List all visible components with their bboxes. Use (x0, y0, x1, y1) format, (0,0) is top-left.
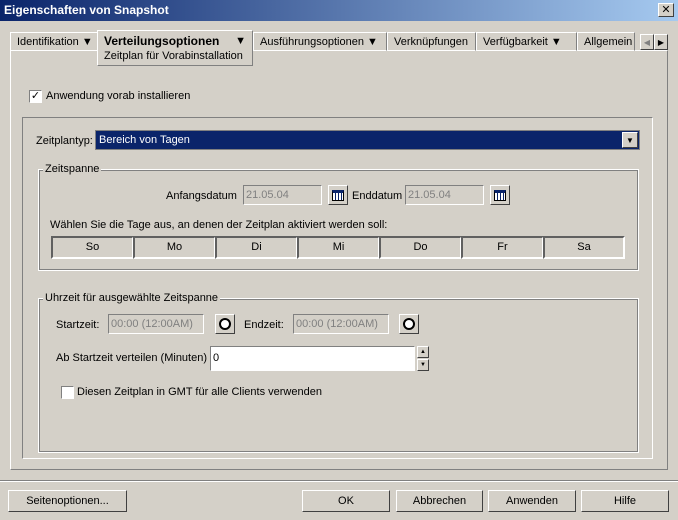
spread-minutes-input[interactable]: 0 (210, 346, 415, 371)
start-date-field[interactable]: 21.05.04 (243, 185, 322, 205)
start-date-label: Anfangsdatum (166, 190, 237, 202)
preinstall-checkbox[interactable]: ✓ (29, 90, 42, 103)
chevron-down-icon: ▼ (626, 135, 634, 145)
tab-label: Ausführungsoptionen (260, 36, 364, 48)
apply-button[interactable]: Anwenden (488, 490, 576, 512)
tab-label: Verknüpfungen (394, 36, 469, 48)
schedule-type-label: Zeitplantyp: (36, 135, 93, 147)
spin-down-button[interactable]: ▼ (417, 359, 429, 371)
day-button-mo[interactable]: Mo (133, 236, 216, 259)
dropdown-arrow-icon: ▼ (81, 36, 93, 48)
preinstall-label: Anwendung vorab installieren (46, 90, 191, 102)
close-button[interactable]: ✕ (658, 3, 674, 17)
schedule-type-value: Bereich von Tagen (99, 134, 190, 146)
help-button[interactable]: Hilfe (581, 490, 669, 512)
tab-label: Verteilungsoptionen (104, 34, 220, 48)
ok-button[interactable]: OK (302, 490, 390, 512)
tab-identifikation[interactable]: Identifikation ▼ (10, 32, 98, 51)
day-button-sa[interactable]: Sa (543, 236, 625, 259)
tab-verknuepfungen[interactable]: Verknüpfungen (387, 32, 476, 51)
dropdown-arrow-icon: ▼ (235, 35, 246, 47)
window-title: Eigenschaften von Snapshot (4, 3, 169, 17)
timespan-legend: Zeitspanne (43, 163, 102, 175)
start-date-calendar-button[interactable] (328, 185, 348, 205)
dropdown-arrow-icon: ▼ (367, 36, 378, 48)
day-button-do[interactable]: Do (379, 236, 462, 259)
start-time-label: Startzeit: (56, 319, 100, 331)
start-time-field[interactable]: 00:00 (12:00AM) (108, 314, 204, 334)
separator (0, 480, 678, 482)
clock-icon (219, 318, 231, 330)
day-button-di[interactable]: Di (215, 236, 298, 259)
time-legend: Uhrzeit für ausgewählte Zeitspanne (43, 292, 221, 304)
end-time-clock-button[interactable] (399, 314, 419, 334)
subtab-zeitplan[interactable]: Zeitplan für Vorabinstallation (104, 50, 246, 62)
arrow-right-icon: ▶ (657, 37, 665, 47)
tab-scroll-left-button[interactable]: ◀ (640, 34, 654, 50)
arrow-down-icon: ▼ (420, 362, 426, 368)
spread-label: Ab Startzeit verteilen (Minuten) (56, 352, 208, 364)
spin-up-button[interactable]: ▲ (417, 346, 429, 358)
day-button-fr[interactable]: Fr (461, 236, 544, 259)
end-time-field[interactable]: 00:00 (12:00AM) (293, 314, 389, 334)
title-bar: Eigenschaften von Snapshot (0, 0, 678, 21)
day-button-mi[interactable]: Mi (297, 236, 380, 259)
schedule-type-select[interactable]: Bereich von Tagen ▼ (95, 130, 640, 150)
arrow-up-icon: ▲ (420, 349, 426, 355)
start-time-clock-button[interactable] (215, 314, 235, 334)
tab-allgemein[interactable]: Allgemein (577, 32, 635, 51)
tab-verfuegbarkeit[interactable]: Verfügbarkeit ▼ (476, 32, 577, 51)
cancel-button[interactable]: Abbrechen (396, 490, 483, 512)
calendar-icon (494, 189, 506, 201)
calendar-icon (332, 189, 344, 201)
day-button-so[interactable]: So (51, 236, 134, 259)
arrow-left-icon: ◀ (643, 37, 651, 47)
page-options-button[interactable]: Seitenoptionen... (8, 490, 127, 512)
tab-scroll-right-button[interactable]: ▶ (654, 34, 668, 50)
tab-verteilungsoptionen[interactable]: Verteilungsoptionen ▼ Zeitplan für Vorabin… (97, 30, 253, 66)
clock-icon (403, 318, 415, 330)
days-prompt: Wählen Sie die Tage aus, an denen der Ze… (50, 219, 388, 231)
end-date-calendar-button[interactable] (490, 185, 510, 205)
tab-label: Verfügbarkeit (483, 36, 548, 48)
dropdown-button[interactable]: ▼ (622, 132, 638, 148)
close-icon: ✕ (661, 4, 671, 16)
gmt-label: Diesen Zeitplan in GMT für alle Clients … (77, 386, 322, 398)
tab-label: Allgemein (584, 36, 633, 48)
dropdown-arrow-icon: ▼ (550, 36, 562, 48)
tab-label: Identifikation (17, 36, 79, 48)
end-date-label: Enddatum (352, 190, 403, 202)
end-date-field[interactable]: 21.05.04 (405, 185, 484, 205)
gmt-checkbox[interactable] (61, 386, 74, 399)
tab-ausfuehrungsoptionen[interactable]: Ausführungsoptionen ▼ (253, 32, 387, 51)
end-time-label: Endzeit: (244, 319, 284, 331)
